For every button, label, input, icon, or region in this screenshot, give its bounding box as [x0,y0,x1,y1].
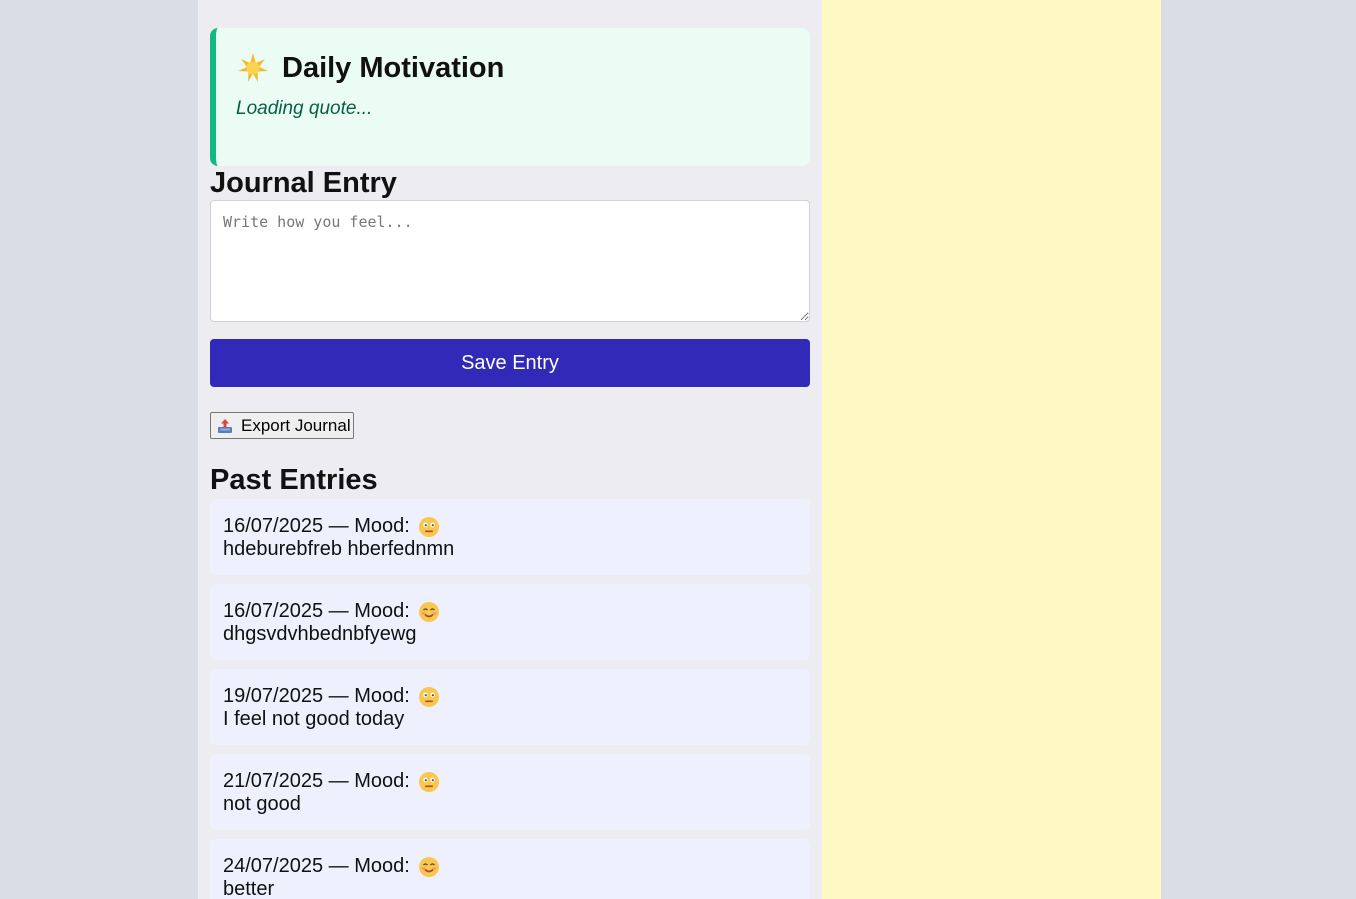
entry-text: not good [223,793,301,815]
export-journal-label: Export Journal [241,415,351,435]
star-icon [236,51,270,85]
list-item: 21/07/2025 — Mood: not good [210,754,810,830]
list-item: 24/07/2025 — Mood: better [210,839,810,899]
entry-date-mood: 21/07/2025 — Mood: [223,770,410,792]
entry-meta: 19/07/2025 — Mood: [223,685,797,708]
journal-content: Daily Motivation Loading quote... Journa… [210,28,810,899]
smiling-face-icon [418,601,440,623]
journal-entry-input[interactable] [210,200,810,322]
neutral-face-icon [418,686,440,708]
smiling-face-icon [418,856,440,878]
entry-meta: 16/07/2025 — Mood: [223,600,797,623]
motivation-title-row: Daily Motivation [236,48,790,88]
neutral-face-icon [418,771,440,793]
list-item: 16/07/2025 — Mood: dhgsvdvhbednbfyewg [210,584,810,660]
neutral-face-icon [418,516,440,538]
list-item: 19/07/2025 — Mood: I feel not good today [210,669,810,745]
entry-date-mood: 16/07/2025 — Mood: [223,515,410,537]
app-page: Daily Motivation Loading quote... Journa… [0,0,1356,899]
entry-date-mood: 19/07/2025 — Mood: [223,685,410,707]
past-entries-list: 16/07/2025 — Mood: hdeburebfreb hberfedn… [210,499,810,899]
entry-meta: 24/07/2025 — Mood: [223,855,797,878]
daily-motivation-card: Daily Motivation Loading quote... [210,28,810,166]
entry-text: hdeburebfreb hberfednmn [223,538,455,560]
outbox-tray-icon [217,418,233,434]
entry-date-mood: 16/07/2025 — Mood: [223,600,410,622]
entry-text: I feel not good today [223,708,405,730]
entry-text: better [223,878,275,899]
entry-date-mood: 24/07/2025 — Mood: [223,855,410,877]
journal-heading: Journal Entry [210,167,397,199]
list-item: 16/07/2025 — Mood: hdeburebfreb hberfedn… [210,499,810,575]
export-journal-button[interactable]: Export Journal [210,412,354,439]
motivation-quote: Loading quote... [236,98,373,119]
side-panel [822,0,1161,899]
past-entries-heading: Past Entries [210,464,378,496]
journal-panel: Daily Motivation Loading quote... Journa… [198,0,822,899]
motivation-title: Daily Motivation [282,51,505,84]
save-entry-button[interactable]: Save Entry [210,339,810,387]
entry-meta: 21/07/2025 — Mood: [223,770,797,793]
entry-meta: 16/07/2025 — Mood: [223,515,797,538]
entry-text: dhgsvdvhbednbfyewg [223,623,417,645]
